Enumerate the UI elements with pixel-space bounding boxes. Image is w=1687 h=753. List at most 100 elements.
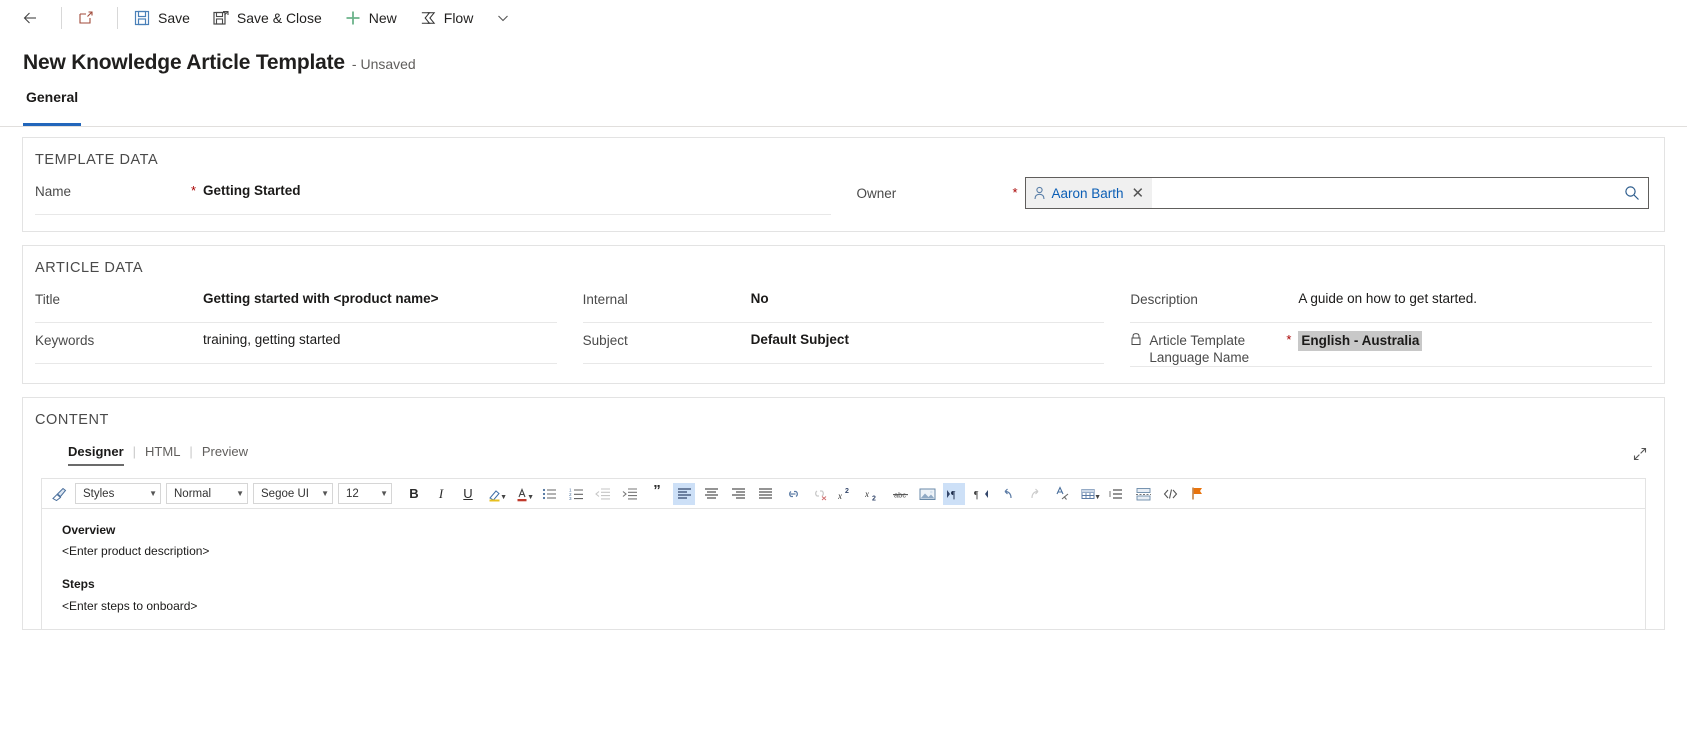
redo-button[interactable] bbox=[1024, 483, 1046, 505]
owner-chip-remove-icon[interactable]: ✕ bbox=[1130, 186, 1145, 201]
svg-text:¶: ¶ bbox=[974, 490, 979, 501]
editor-content-area[interactable]: Overview <Enter product description> Ste… bbox=[42, 509, 1645, 629]
back-button[interactable] bbox=[10, 0, 57, 37]
field-language-label-line1: Article Template bbox=[1149, 333, 1246, 348]
field-description[interactable]: Description A guide on how to get starte… bbox=[1130, 282, 1653, 323]
paragraph-format-dropdown[interactable]: Normal ▼ bbox=[166, 483, 248, 504]
open-in-new-window-button[interactable] bbox=[66, 0, 113, 37]
command-bar-divider-2 bbox=[117, 7, 118, 29]
field-owner[interactable]: Owner * Aaron Barth ✕ bbox=[857, 174, 1653, 215]
underline-icon: U bbox=[463, 486, 473, 501]
bold-button[interactable]: B bbox=[403, 483, 425, 505]
flow-overflow-chevron-button[interactable] bbox=[484, 0, 522, 37]
field-keywords-label: Keywords bbox=[35, 333, 95, 348]
underline-button[interactable]: U bbox=[457, 483, 479, 505]
bulleted-list-button[interactable] bbox=[538, 483, 560, 505]
insert-page-break-button[interactable] bbox=[1132, 483, 1154, 505]
insert-table-button[interactable]: ▼ bbox=[1078, 483, 1101, 505]
flow-button-label: Flow bbox=[443, 10, 474, 26]
styles-dropdown-label: Styles bbox=[83, 487, 115, 500]
insert-image-button[interactable] bbox=[916, 483, 938, 505]
save-and-close-button[interactable]: Save & Close bbox=[201, 0, 333, 37]
editor-tab-preview[interactable]: Preview bbox=[193, 444, 257, 466]
editor-steps-heading: Steps bbox=[62, 577, 95, 592]
field-language-label: Article Template Language Name bbox=[1130, 331, 1286, 366]
editor-tab-html-label: HTML bbox=[145, 444, 181, 459]
page-title: New Knowledge Article Template bbox=[23, 51, 345, 74]
chevron-down-icon: ▼ bbox=[500, 493, 507, 501]
field-subject-value: Default Subject bbox=[750, 332, 849, 347]
line-spacing-button[interactable] bbox=[1105, 483, 1127, 505]
owner-chip-name: Aaron Barth bbox=[1051, 185, 1124, 201]
font-family-label: Segoe UI bbox=[261, 487, 309, 500]
subscript-button[interactable]: x2 bbox=[862, 483, 884, 505]
align-right-button[interactable] bbox=[727, 483, 749, 505]
save-button[interactable]: Save bbox=[122, 0, 201, 37]
page-title-status: - Unsaved bbox=[351, 56, 416, 72]
styles-dropdown[interactable]: Styles ▼ bbox=[75, 483, 161, 504]
section-template-data-heading: TEMPLATE DATA bbox=[35, 152, 159, 168]
section-article-data: ARTICLE DATA Title Getting started with … bbox=[22, 245, 1665, 384]
quote-icon: ” bbox=[653, 482, 661, 499]
remove-formatting-button[interactable] bbox=[1051, 483, 1073, 505]
field-name[interactable]: Name * Getting Started bbox=[35, 174, 831, 215]
chevron-down-icon: ▼ bbox=[380, 489, 388, 498]
align-center-button[interactable] bbox=[700, 483, 722, 505]
left-to-right-button[interactable]: ¶ bbox=[943, 482, 965, 505]
field-keywords[interactable]: Keywords training, getting started bbox=[35, 323, 557, 364]
new-button-label: New bbox=[368, 10, 397, 26]
search-icon bbox=[1624, 185, 1640, 201]
expand-editor-button[interactable] bbox=[1632, 446, 1648, 462]
field-description-value: A guide on how to get started. bbox=[1298, 291, 1477, 306]
increase-indent-button[interactable] bbox=[619, 483, 641, 505]
tab-general[interactable]: General bbox=[23, 89, 82, 126]
editor-tab-designer[interactable]: Designer bbox=[59, 444, 133, 466]
field-article-template-language-name[interactable]: Article Template Language Name * English… bbox=[1130, 323, 1653, 367]
right-to-left-button[interactable]: ¶ bbox=[970, 483, 992, 505]
new-button[interactable]: New bbox=[333, 0, 408, 37]
bold-icon: B bbox=[409, 486, 419, 501]
field-subject[interactable]: Subject Default Subject bbox=[582, 323, 1105, 364]
contact-icon bbox=[1033, 186, 1046, 200]
section-content: CONTENT Designer | HTML | Preview Styles… bbox=[22, 397, 1665, 630]
font-color-button[interactable]: ▼ bbox=[511, 483, 534, 505]
font-size-dropdown[interactable]: 12 ▼ bbox=[338, 483, 392, 504]
font-size-label: 12 bbox=[346, 487, 359, 500]
chevron-down-icon: ▼ bbox=[321, 489, 329, 498]
owner-lookup-input[interactable]: Aaron Barth ✕ bbox=[1024, 177, 1649, 209]
superscript-button[interactable]: x2 bbox=[835, 483, 857, 505]
blockquote-button[interactable]: ” bbox=[646, 482, 668, 505]
decrease-indent-button[interactable] bbox=[592, 483, 614, 505]
owner-lookup-search-button[interactable] bbox=[1624, 185, 1648, 201]
format-painter-icon[interactable] bbox=[48, 483, 70, 505]
field-title[interactable]: Title Getting started with <product name… bbox=[35, 282, 557, 323]
flag-icon[interactable] bbox=[1186, 483, 1208, 505]
plus-icon bbox=[344, 9, 362, 27]
align-justify-button[interactable] bbox=[754, 483, 776, 505]
field-description-required-asterisk bbox=[1286, 290, 1298, 291]
flow-button[interactable]: Flow bbox=[408, 0, 485, 37]
editor-tab-html[interactable]: HTML bbox=[136, 444, 189, 466]
flow-icon bbox=[419, 9, 437, 27]
field-internal[interactable]: Internal No bbox=[582, 282, 1105, 323]
font-family-dropdown[interactable]: Segoe UI ▼ bbox=[253, 483, 333, 504]
lock-icon bbox=[1130, 332, 1142, 346]
field-subject-required-asterisk bbox=[739, 331, 751, 332]
align-left-button[interactable] bbox=[673, 482, 695, 505]
insert-link-button[interactable] bbox=[781, 483, 803, 505]
text-highlight-color-button[interactable]: ▼ bbox=[484, 483, 507, 505]
rich-text-editor: Styles ▼ Normal ▼ Segoe UI ▼ 12 ▼ B I U … bbox=[41, 478, 1646, 629]
italic-button[interactable]: I bbox=[430, 483, 452, 505]
svg-text:2: 2 bbox=[872, 495, 876, 501]
section-content-heading: CONTENT bbox=[35, 412, 109, 428]
undo-button[interactable] bbox=[997, 483, 1019, 505]
command-bar: Save Save & Close New Flow bbox=[0, 0, 1687, 37]
field-language-label-line2: Language Name bbox=[1149, 350, 1250, 365]
numbered-list-button[interactable]: 123 bbox=[565, 483, 587, 505]
owner-chip[interactable]: Aaron Barth ✕ bbox=[1025, 178, 1153, 208]
view-source-button[interactable] bbox=[1159, 483, 1181, 505]
field-internal-value: No bbox=[750, 291, 769, 306]
save-button-label: Save bbox=[158, 10, 190, 26]
remove-link-button[interactable] bbox=[808, 483, 830, 505]
strikethrough-button[interactable]: abc bbox=[889, 483, 911, 505]
